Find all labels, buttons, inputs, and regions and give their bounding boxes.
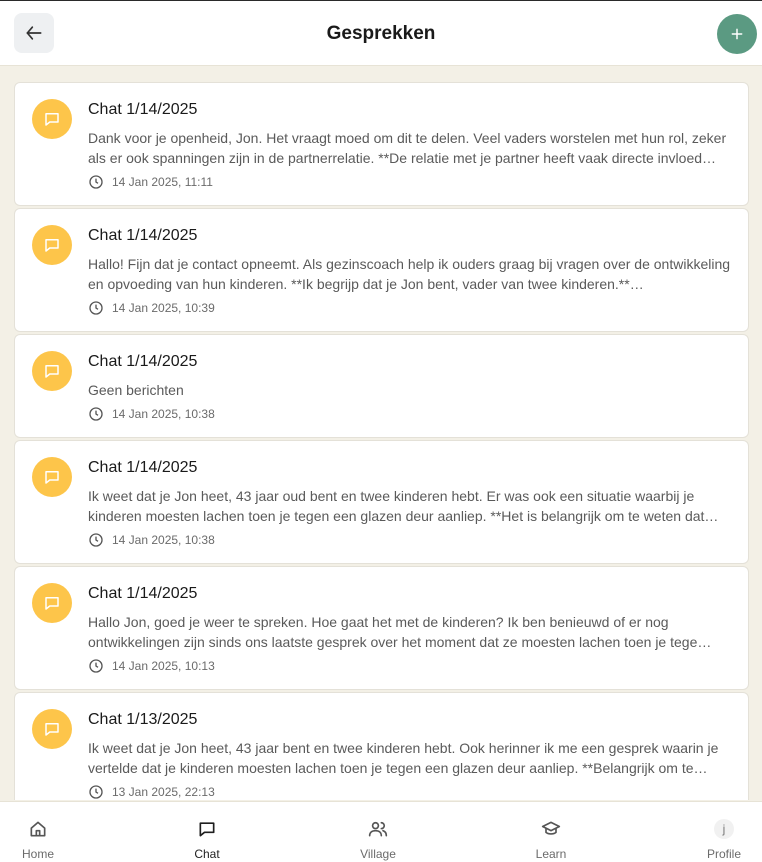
timestamp-text: 14 Jan 2025, 11:11 [112, 175, 213, 189]
nav-label-home: Home [21, 847, 54, 861]
conversation-preview: Ik weet dat je Jon heet, 43 jaar bent en… [88, 740, 719, 776]
conversation-timestamp: 14 Jan 2025, 10:38 [88, 532, 215, 548]
conversation-preview: Geen berichten [88, 382, 184, 398]
conversation-title: Chat 1/14/2025 [88, 353, 198, 370]
timestamp-text: 13 Jan 2025, 22:13 [112, 785, 215, 799]
chat-bubble-icon [32, 709, 72, 749]
timestamp-text: 14 Jan 2025, 10:38 [112, 407, 215, 421]
users-icon [368, 821, 388, 837]
graduation-cap-icon [541, 821, 561, 835]
conversation-title: Chat 1/14/2025 [88, 585, 198, 602]
conversation-card[interactable]: Chat 1/14/2025 Hallo! Fijn dat je contac… [14, 208, 749, 332]
clock-icon [89, 659, 103, 673]
conversation-preview: Hallo Jon, goed je weer te spreken. Hoe … [88, 614, 712, 650]
chat-bubble-icon [32, 457, 72, 497]
chat-bubble-icon [32, 351, 72, 391]
conversation-card[interactable]: Chat 1/14/2025 Ik weet dat je Jon heet, … [14, 440, 749, 564]
page-title: Gesprekken [326, 23, 436, 44]
conversation-timestamp: 14 Jan 2025, 10:13 [88, 658, 215, 674]
conversation-timestamp: 13 Jan 2025, 22:13 [88, 784, 215, 800]
timestamp-text: 14 Jan 2025, 10:38 [112, 533, 215, 547]
conversation-title: Chat 1/14/2025 [88, 459, 198, 476]
conversation-preview: Hallo! Fijn dat je contact opneemt. Als … [88, 256, 731, 292]
conversation-timestamp: 14 Jan 2025, 10:39 [88, 300, 215, 316]
chat-bubble-icon [32, 583, 72, 623]
conversation-preview: Dank voor je openheid, Jon. Het vraagt m… [88, 130, 727, 166]
new-chat-button[interactable] [717, 14, 757, 54]
nav-item-learn[interactable]: Learn [525, 802, 577, 862]
conversation-title: Chat 1/14/2025 [88, 227, 198, 244]
timestamp-text: 14 Jan 2025, 10:39 [112, 301, 215, 315]
nav-item-village[interactable]: Village [348, 802, 408, 862]
conversation-title: Chat 1/13/2025 [88, 711, 198, 728]
conversation-title: Chat 1/14/2025 [88, 101, 198, 118]
chat-bubble-icon [32, 225, 72, 265]
clock-icon [89, 407, 103, 421]
conversation-timestamp: 14 Jan 2025, 11:11 [88, 174, 213, 190]
conversation-preview: Ik weet dat je Jon heet, 43 jaar oud ben… [88, 488, 719, 524]
nav-label-learn: Learn [535, 847, 567, 861]
clock-icon [89, 533, 103, 547]
header: Gesprekken [0, 1, 762, 66]
clock-icon [89, 785, 103, 799]
clock-icon [89, 175, 103, 189]
nav-label-chat: Chat [194, 847, 220, 861]
nav-item-home[interactable]: Home [12, 802, 64, 862]
nav-label-village: Village [360, 847, 396, 861]
clock-icon [89, 301, 103, 315]
home-icon [30, 821, 46, 837]
nav-label-profile: Profile [706, 847, 741, 861]
conversation-timestamp: 14 Jan 2025, 10:38 [88, 406, 215, 422]
conversation-card[interactable]: Chat 1/14/2025 Geen berichten 14 Jan 202… [14, 334, 749, 438]
plus-icon [731, 28, 743, 40]
nav-item-profile[interactable]: j Profile [698, 802, 750, 862]
chat-bubble-icon [32, 99, 72, 139]
bottom-navigation: Home Chat Village Learn j Profile [0, 801, 762, 862]
timestamp-text: 14 Jan 2025, 10:13 [112, 659, 215, 673]
conversation-card[interactable]: Chat 1/14/2025 Dank voor je openheid, Jo… [14, 82, 749, 206]
conversation-list: Chat 1/14/2025 Dank voor je openheid, Jo… [14, 82, 749, 800]
conversation-card[interactable]: Chat 1/14/2025 Hallo Jon, goed je weer t… [14, 566, 749, 690]
conversation-card[interactable]: Chat 1/13/2025 Ik weet dat je Jon heet, … [14, 692, 749, 800]
chat-icon [199, 822, 215, 837]
nav-item-chat[interactable]: Chat [181, 802, 233, 862]
avatar: j [714, 819, 734, 839]
